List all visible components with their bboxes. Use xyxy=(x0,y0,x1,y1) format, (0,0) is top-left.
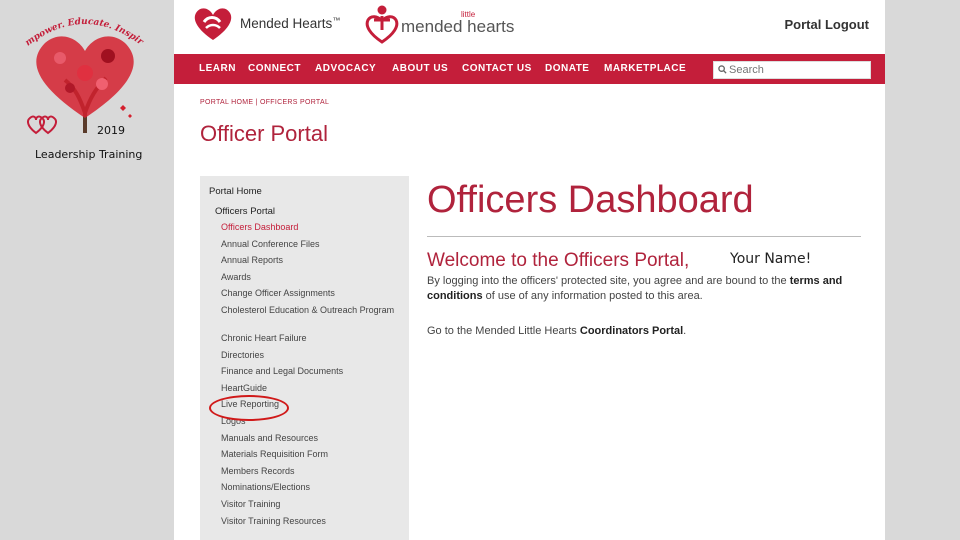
slide-year: 2019 xyxy=(97,124,125,137)
website-screenshot: Mended Hearts™ little mended hearts Port… xyxy=(174,0,885,540)
mended-hearts-logo[interactable]: Mended Hearts™ xyxy=(190,4,360,44)
search-box[interactable] xyxy=(713,61,871,79)
nav-advocacy[interactable]: ADVOCACY xyxy=(315,63,376,74)
sidebar-portal-home[interactable]: Portal Home xyxy=(209,186,262,197)
sidebar-item-annual-reports[interactable]: Annual Reports xyxy=(221,255,401,272)
sidebar-item-finance-legal[interactable]: Finance and Legal Documents xyxy=(221,366,401,383)
search-icon xyxy=(718,65,727,74)
nav-contact-us[interactable]: CONTACT US xyxy=(462,63,532,74)
sidebar-item-manuals-resources[interactable]: Manuals and Resources xyxy=(221,433,401,450)
nav-marketplace[interactable]: MARKETPLACE xyxy=(604,63,686,74)
sidebar-item-cholesterol-education[interactable]: Cholesterol Education & Outreach Program xyxy=(221,305,401,333)
nav-about-us[interactable]: ABOUT US xyxy=(392,63,448,74)
sidebar-list: Officers Dashboard Annual Conference Fil… xyxy=(221,222,401,532)
sidebar-item-visitor-training[interactable]: Visitor Training xyxy=(221,499,401,516)
nav-learn[interactable]: LEARN xyxy=(199,63,236,74)
sidebar-item-annual-conference-files[interactable]: Annual Conference Files xyxy=(221,239,401,256)
mended-little-hearts-logo[interactable]: little mended hearts xyxy=(364,4,524,44)
coordinators-text-before: Go to the Mended Little Hearts xyxy=(427,325,580,337)
main-nav: LEARN CONNECT ADVOCACY ABOUT US CONTACT … xyxy=(174,54,885,84)
logo1-text: Mended Hearts xyxy=(240,16,333,31)
portal-logout-link[interactable]: Portal Logout xyxy=(785,17,870,32)
coordinators-text-after: . xyxy=(683,325,687,337)
slide-left-panel: Empower. Educate. Inspire. 2019 Leadersh… xyxy=(0,0,172,540)
terms-paragraph: By logging into the officers' protected … xyxy=(427,274,847,304)
search-input[interactable] xyxy=(729,62,865,78)
heart-logo-icon xyxy=(194,8,232,40)
portal-sidebar: Portal Home Officers Portal Officers Das… xyxy=(200,176,409,540)
sidebar-item-awards[interactable]: Awards xyxy=(221,272,401,289)
terms-text-after: of use of any information posted to this… xyxy=(482,290,703,302)
figure-heart-icon xyxy=(365,5,399,44)
sidebar-item-directories[interactable]: Directories xyxy=(221,350,401,367)
sidebar-item-change-officer-assignments[interactable]: Change Officer Assignments xyxy=(221,288,401,305)
sidebar-item-materials-requisition[interactable]: Materials Requisition Form xyxy=(221,449,401,466)
sidebar-item-officers-dashboard[interactable]: Officers Dashboard xyxy=(221,222,401,239)
site-header: Mended Hearts™ little mended hearts Port… xyxy=(174,0,885,52)
logo1-tm: ™ xyxy=(332,16,341,25)
sidebar-item-nominations-elections[interactable]: Nominations/Elections xyxy=(221,482,401,499)
welcome-heading: Welcome to the Officers Portal, xyxy=(427,250,690,271)
logo2-text: mended hearts xyxy=(401,17,515,36)
coordinators-paragraph: Go to the Mended Little Hearts Coordinat… xyxy=(427,325,847,337)
terms-text-before: By logging into the officers' protected … xyxy=(427,275,790,287)
slide-subtitle: Leadership Training xyxy=(35,148,143,161)
nav-connect[interactable]: CONNECT xyxy=(248,63,301,74)
your-name-overlay: Your Name! xyxy=(730,251,812,267)
coordinators-portal-link[interactable]: Coordinators Portal xyxy=(580,325,683,337)
sidebar-officers-portal[interactable]: Officers Portal xyxy=(215,206,275,217)
dashboard-heading: Officers Dashboard xyxy=(427,179,754,221)
sidebar-item-visitor-training-resources[interactable]: Visitor Training Resources xyxy=(221,516,401,533)
live-reporting-highlight-circle xyxy=(209,395,289,421)
mini-hearts-logo-icon xyxy=(27,115,57,135)
breadcrumb[interactable]: PORTAL HOME | OFFICERS PORTAL xyxy=(200,99,329,106)
divider xyxy=(427,236,861,237)
page-title: Officer Portal xyxy=(200,121,328,146)
nav-donate[interactable]: DONATE xyxy=(545,63,589,74)
sidebar-item-chronic-heart-failure[interactable]: Chronic Heart Failure xyxy=(221,333,401,350)
sidebar-item-members-records[interactable]: Members Records xyxy=(221,466,401,483)
